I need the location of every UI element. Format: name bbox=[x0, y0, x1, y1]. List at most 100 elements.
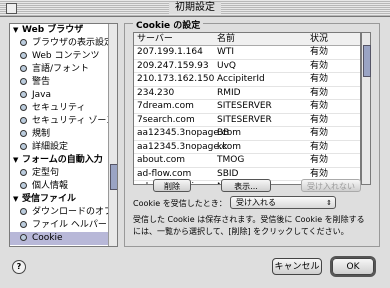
sidebar-label: ダウンロードのオプション bbox=[32, 207, 117, 217]
cell-server: 207.199.1.164 bbox=[137, 47, 203, 57]
sidebar-item[interactable]: 言語/フォント bbox=[10, 63, 117, 76]
sidebar-item[interactable]: 定型句 bbox=[10, 167, 117, 180]
disclosure-triangle-icon[interactable]: ▼ bbox=[13, 24, 22, 37]
sidebar-item[interactable]: セキュリティ bbox=[10, 102, 117, 115]
cell-name: kk bbox=[217, 141, 228, 152]
window-title: 初期設定 bbox=[169, 2, 221, 14]
bullet-icon bbox=[20, 234, 27, 241]
cell-status: 有効 bbox=[310, 155, 329, 165]
sidebar-label: ファイル ヘルパー bbox=[32, 220, 107, 230]
close-box[interactable] bbox=[6, 3, 17, 14]
sidebar-item[interactable]: 個人情報 bbox=[10, 180, 117, 193]
table-row[interactable]: about.com TMOG 有効 bbox=[134, 154, 360, 168]
table-row[interactable]: 207.199.1.164 WTI 有効 bbox=[134, 46, 360, 60]
updown-arrow-icon: ⇕ bbox=[326, 199, 332, 207]
sidebar-item[interactable]: セキュリティ ゾーン bbox=[10, 115, 117, 128]
sidebar-label: 言語/フォント bbox=[32, 64, 90, 74]
accept-cookies-select[interactable]: 受け入れる ⇕ bbox=[230, 196, 336, 209]
preferences-sidebar: ▼ Web ブラウザ ブラウザの表示設定 Web コンテンツ 言語/フォント 警告 Java… bbox=[9, 23, 118, 247]
disclosure-triangle-icon[interactable]: ▼ bbox=[13, 193, 22, 206]
group-title: Cookie の設定 bbox=[133, 18, 204, 31]
bullet-icon bbox=[20, 39, 27, 46]
bullet-icon bbox=[20, 65, 27, 72]
cell-server: 210.173.162.150 bbox=[137, 74, 215, 84]
sidebar-item[interactable]: Web コンテンツ bbox=[10, 50, 117, 63]
cell-status: 有効 bbox=[310, 114, 329, 125]
disclosure-triangle-icon[interactable]: ▼ bbox=[13, 154, 22, 167]
table-header: サーバー 名前 状況 bbox=[134, 33, 360, 46]
bullet-icon bbox=[20, 52, 27, 59]
cancel-button[interactable]: キャンセル bbox=[272, 258, 322, 275]
sidebar-item[interactable]: Java bbox=[10, 89, 117, 102]
sidebar-item[interactable]: ブラウザの表示設定 bbox=[10, 37, 117, 50]
sidebar-category[interactable]: ▼ フォームの自動入力 bbox=[10, 154, 117, 167]
cell-server: 7search.com bbox=[137, 114, 195, 125]
sidebar-item[interactable]: 詳細設定 bbox=[10, 141, 117, 154]
bullet-icon bbox=[20, 78, 27, 85]
table-row[interactable]: 210.173.162.150 AccipiterId 有効 bbox=[134, 73, 360, 87]
sidebar-item[interactable]: 警告 bbox=[10, 76, 117, 89]
help-button[interactable]: ? bbox=[12, 260, 26, 274]
cell-name: BB bbox=[217, 128, 230, 138]
sidebar-item[interactable]: 規制 bbox=[10, 128, 117, 141]
sidebar-label: 詳細設定 bbox=[32, 142, 69, 152]
column-header-name[interactable]: 名前 bbox=[217, 33, 235, 45]
bullet-icon bbox=[20, 117, 27, 124]
cell-status: 有効 bbox=[310, 141, 329, 152]
table-row[interactable]: 7search.com SITESERVER 有効 bbox=[134, 114, 360, 127]
table-row[interactable]: 7dream.com SITESERVER 有効 bbox=[134, 100, 360, 114]
cookie-description: 受信した Cookie は保存されます。受信後に Cookie を削除するには、… bbox=[133, 215, 365, 236]
cell-status: 有効 bbox=[310, 74, 329, 84]
cell-name: RMID bbox=[217, 87, 241, 98]
cell-server: 234.230 bbox=[137, 87, 175, 98]
view-button[interactable]: 表示... bbox=[221, 179, 271, 192]
sidebar-label: 個人情報 bbox=[32, 181, 69, 191]
sidebar-list: ▼ Web ブラウザ ブラウザの表示設定 Web コンテンツ 言語/フォント 警告 Java… bbox=[10, 24, 117, 245]
sidebar-item[interactable]: ダウンロードのオプション bbox=[10, 206, 117, 219]
sidebar-label: Cookie bbox=[32, 233, 63, 243]
cell-name: SITESERVER bbox=[217, 101, 272, 111]
column-header-server[interactable]: サーバー bbox=[137, 33, 173, 45]
cell-status: 有効 bbox=[310, 128, 329, 138]
sidebar-label: Java bbox=[32, 90, 52, 100]
bullet-icon bbox=[20, 169, 27, 176]
cell-name: WTI bbox=[217, 47, 235, 57]
cell-name: TMOG bbox=[217, 155, 245, 165]
table-row[interactable]: 234.230 RMID 有効 bbox=[134, 87, 360, 100]
reject-button[interactable]: 受け入れない bbox=[301, 179, 361, 192]
accept-cookies-value: 受け入れる bbox=[236, 198, 276, 207]
sidebar-label: 警告 bbox=[32, 77, 51, 87]
cell-server: about.com bbox=[137, 155, 186, 165]
table-row[interactable]: aa12345.3nopage.com BB 有効 bbox=[134, 127, 360, 141]
sidebar-item[interactable]: Cookie bbox=[10, 232, 117, 245]
cell-status: 有効 bbox=[310, 60, 329, 71]
bullet-icon bbox=[20, 91, 27, 98]
table-row[interactable]: 209.247.159.93 UvQ 有効 bbox=[134, 60, 360, 73]
table-scroll-thumb[interactable] bbox=[363, 45, 371, 77]
cell-name: UvQ bbox=[217, 60, 236, 71]
sidebar-scroll-thumb[interactable] bbox=[110, 164, 117, 190]
sidebar-category[interactable]: ▼ Web ブラウザ bbox=[10, 24, 117, 37]
cookie-table: サーバー 名前 状況 207.199.1.164 WTI 有効 209.247.159… bbox=[133, 32, 361, 185]
cookie-rows: 207.199.1.164 WTI 有効 209.247.159.93 UvQ 有効 210… bbox=[134, 46, 360, 184]
column-header-status[interactable]: 状況 bbox=[310, 33, 328, 45]
cell-status: 有効 bbox=[310, 47, 329, 57]
sidebar-category[interactable]: ▼ 受信ファイル bbox=[10, 193, 117, 206]
cell-server: 7dream.com bbox=[137, 101, 194, 111]
sidebar-item[interactable]: ファイル ヘルパー bbox=[10, 219, 117, 232]
table-row[interactable]: aa12345.3nopage.com kk 有効 bbox=[134, 141, 360, 154]
sidebar-scrollbar[interactable] bbox=[108, 24, 117, 246]
bullet-icon bbox=[20, 143, 27, 150]
sidebar-label: Web ブラウザ bbox=[22, 25, 84, 35]
sidebar-label: 規制 bbox=[32, 129, 51, 139]
bullet-icon bbox=[20, 221, 27, 228]
sidebar-label: 定型句 bbox=[32, 168, 60, 178]
delete-button[interactable]: 削除 bbox=[153, 179, 191, 192]
title-bar[interactable]: 初期設定 bbox=[0, 0, 390, 17]
table-scrollbar[interactable] bbox=[361, 32, 371, 185]
cell-name: AccipiterId bbox=[217, 74, 265, 84]
cell-server: 209.247.159.93 bbox=[137, 60, 209, 71]
bullet-icon bbox=[20, 182, 27, 189]
sidebar-label: 受信ファイル bbox=[22, 194, 77, 204]
ok-button[interactable]: OK bbox=[332, 258, 374, 275]
